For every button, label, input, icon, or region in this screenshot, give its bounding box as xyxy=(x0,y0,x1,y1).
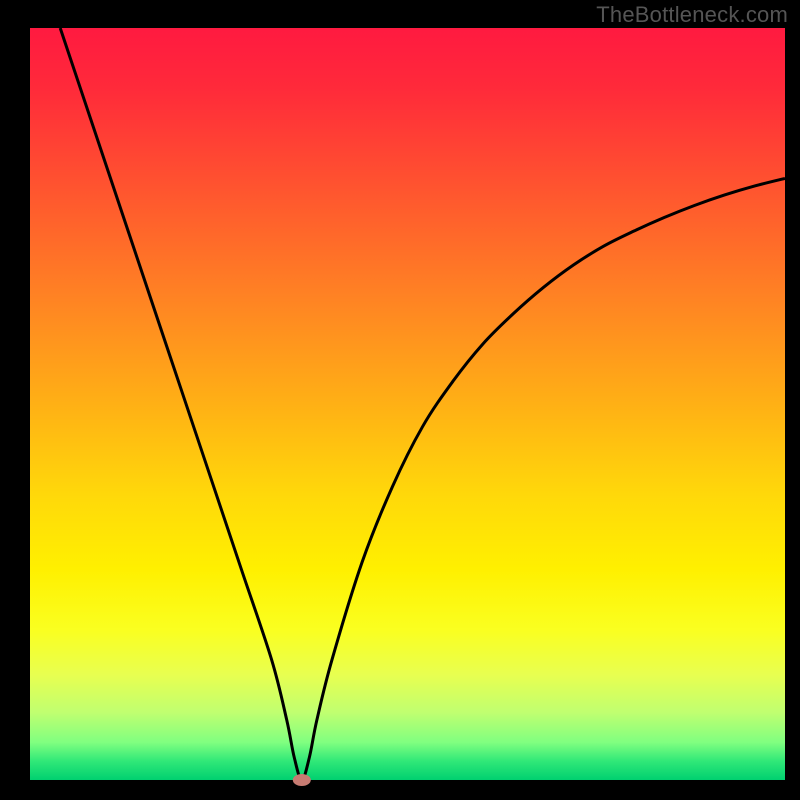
plot-background xyxy=(30,28,785,780)
chart-frame: TheBottleneck.com xyxy=(0,0,800,800)
bottleneck-chart xyxy=(0,0,800,800)
optimal-point-marker xyxy=(293,774,311,786)
watermark-text: TheBottleneck.com xyxy=(596,2,788,28)
